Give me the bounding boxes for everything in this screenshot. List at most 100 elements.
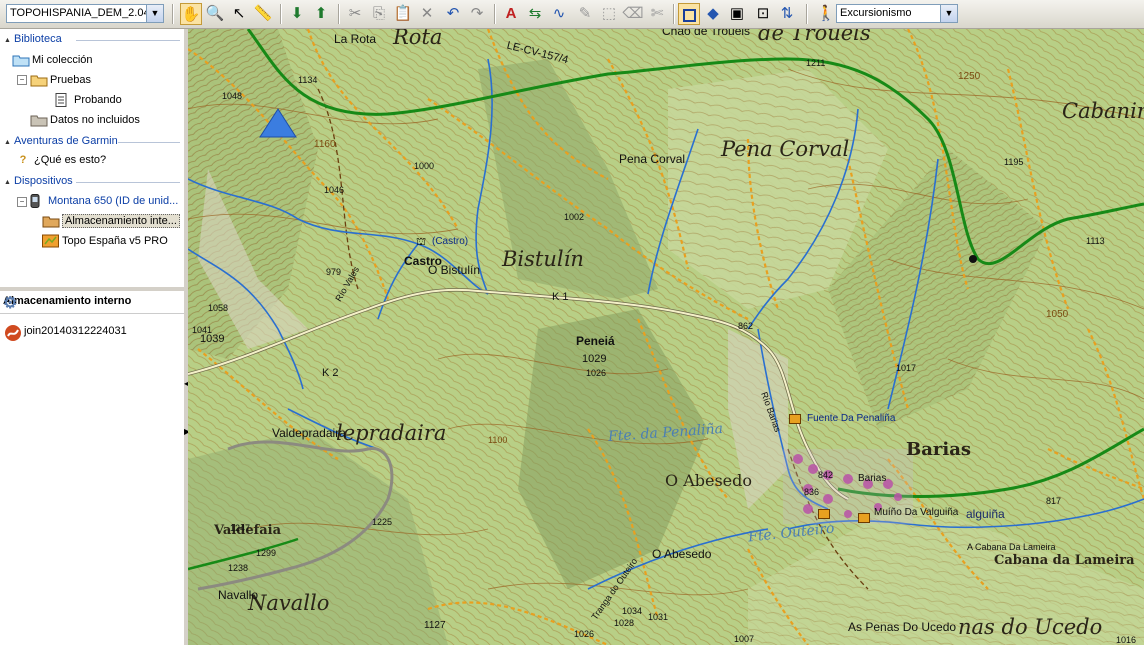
place-label: Pena Corval	[619, 152, 686, 166]
tree-item-device[interactable]: Montana 650 (ID de unid...	[28, 192, 178, 210]
list-item[interactable]: join20140312224031	[4, 322, 127, 342]
folder-open-icon	[30, 73, 48, 87]
collapse-icon[interactable]: ▲	[4, 179, 11, 186]
tree-item-internal-storage[interactable]: Almacenamiento inte...	[42, 212, 180, 230]
elevation-label: 1113	[1086, 236, 1105, 246]
mill-icon	[818, 509, 830, 519]
waypoint-icon[interactable]: A	[500, 3, 522, 25]
tree-label: ¿Qué es esto?	[34, 154, 107, 166]
area-label: O Abesedo	[665, 471, 753, 490]
elevation-label: 1031	[648, 612, 669, 622]
elevation-label: 1127	[424, 620, 446, 631]
activity-profile-select[interactable]: Excursionismo ▼	[836, 4, 958, 23]
collapse-icon[interactable]: ▲	[4, 37, 11, 44]
map-view-icon[interactable]	[678, 3, 700, 25]
track-icon[interactable]: ∿	[548, 3, 570, 25]
area-label: Cabanin	[1062, 99, 1144, 123]
library-header: Biblioteca	[14, 33, 62, 45]
fountain-icon	[789, 414, 801, 424]
zoom-icon[interactable]: 🔍	[204, 3, 226, 25]
map-icon	[42, 234, 60, 248]
map-layers-icon[interactable]: ▣	[726, 3, 748, 25]
library-tree: ▲ Biblioteca Mi colección − Pruebas Proba…	[0, 29, 185, 287]
map-view[interactable]: Rota de Trouels Cabanin Pena Corval Bist…	[188, 29, 1144, 645]
fit-icon[interactable]: ⊡	[752, 3, 774, 25]
devices-section[interactable]: ▲ Dispositivos	[4, 175, 73, 187]
chevron-down-icon[interactable]: ▼	[146, 5, 163, 22]
measure-icon[interactable]: 📏	[252, 3, 274, 25]
elevation-label: 817	[1046, 496, 1062, 506]
elevation-label: 1039	[200, 333, 225, 345]
elevation-label: 836	[804, 487, 820, 497]
road-label: K 2	[322, 367, 339, 379]
download-icon[interactable]: ⬇	[286, 3, 308, 25]
copy-icon[interactable]: ⎘	[368, 3, 390, 25]
folder-open-icon	[42, 214, 60, 228]
elevation-label: 979	[326, 267, 342, 277]
tree-item-pruebas[interactable]: Pruebas	[30, 71, 91, 89]
activity-profile-value: Excursionismo	[840, 7, 912, 19]
redo-icon[interactable]: ↷	[466, 3, 488, 25]
area-label: de Trouels	[758, 29, 871, 45]
chevron-down-icon[interactable]: ▼	[940, 5, 957, 22]
adventures-header: Aventuras de Garmin	[14, 135, 118, 147]
tree-item-what-is-this[interactable]: ? ¿Qué es esto?	[14, 151, 107, 169]
elevation-label: 1007	[734, 634, 755, 644]
elevation-label: 1134	[298, 75, 318, 85]
tree-label: Almacenamiento inte...	[62, 214, 180, 228]
gps-device-icon	[28, 194, 46, 209]
elevation-label: 1238	[228, 563, 249, 573]
devices-header: Dispositivos	[14, 175, 73, 187]
collapse-icon[interactable]: ▲	[4, 139, 11, 146]
split-icon[interactable]: ✄	[646, 3, 668, 25]
gear-icon[interactable]: ⚙	[3, 293, 178, 313]
folder-open-icon	[12, 53, 30, 67]
sync-icon[interactable]: ⇅	[776, 3, 798, 25]
tree-label: Topo España v5 PRO	[62, 235, 168, 247]
collapse-toggle-icon[interactable]: −	[17, 75, 27, 85]
area-label: Rota	[393, 29, 443, 49]
route-icon[interactable]: ⇆	[524, 3, 546, 25]
elevation-label: 862	[738, 321, 754, 331]
map-product-select[interactable]: TOPOHISPANIA_DEM_2.04 ▼	[6, 4, 164, 23]
3d-view-icon[interactable]: ◆	[702, 3, 724, 25]
place-label: A Cabana Da Lameira	[967, 542, 1056, 552]
place-label: O Bistulín	[428, 263, 481, 277]
place-label: La Rota	[334, 32, 377, 46]
list-document-icon	[54, 93, 72, 108]
collapse-toggle-icon[interactable]: −	[17, 197, 27, 207]
list-item-label: join20140312224031	[24, 325, 127, 337]
place-label: Chao de Trouels	[662, 29, 751, 38]
select-area-icon[interactable]: ⬚	[598, 3, 620, 25]
hand-icon[interactable]: ✋	[180, 3, 202, 25]
delete-icon[interactable]: ✕	[416, 3, 438, 25]
area-label: lepradaira	[336, 421, 447, 445]
folder-icon	[30, 113, 48, 127]
tree-item-topo-map[interactable]: Topo España v5 PRO	[42, 232, 168, 250]
map-product-value: TOPOHISPANIA_DEM_2.04	[10, 7, 150, 19]
elevation-label: 1029	[582, 353, 607, 365]
tree-item-my-collection[interactable]: Mi colección	[12, 51, 93, 69]
tree-item-unlisted-data[interactable]: Datos no incluidos	[30, 111, 140, 129]
cut-icon[interactable]: ✂	[344, 3, 366, 25]
tree-label: Pruebas	[50, 74, 91, 86]
tree-item-probando[interactable]: Probando	[54, 91, 122, 109]
poi-label: Fuente Da Penaliña	[807, 413, 896, 424]
elevation-label: 1016	[1116, 635, 1137, 645]
undo-icon[interactable]: ↶	[442, 3, 464, 25]
place-label: O Abesedo	[652, 547, 712, 561]
eraser-icon[interactable]: ⌫	[622, 3, 644, 25]
elevation-label: 1211	[806, 58, 826, 68]
elevation-label: 1026	[574, 629, 595, 639]
elevation-label: 1026	[586, 368, 607, 378]
main-toolbar: TOPOHISPANIA_DEM_2.04 ▼ ✋ 🔍 ↖ 📏 ⬇ ⬆ ✂ ⎘ …	[0, 0, 1144, 29]
elevation-label: 1195	[1004, 157, 1024, 167]
library-section[interactable]: ▲ Biblioteca	[4, 33, 62, 45]
paste-icon[interactable]: 📋	[392, 3, 414, 25]
place-label: Navallo	[218, 588, 259, 602]
edit-icon[interactable]: ✎	[574, 3, 596, 25]
send-icon[interactable]: ⬆	[310, 3, 332, 25]
elevation-label: 1028	[614, 618, 635, 628]
select-icon[interactable]: ↖	[228, 3, 250, 25]
adventures-section[interactable]: ▲ Aventuras de Garmin	[4, 135, 118, 147]
